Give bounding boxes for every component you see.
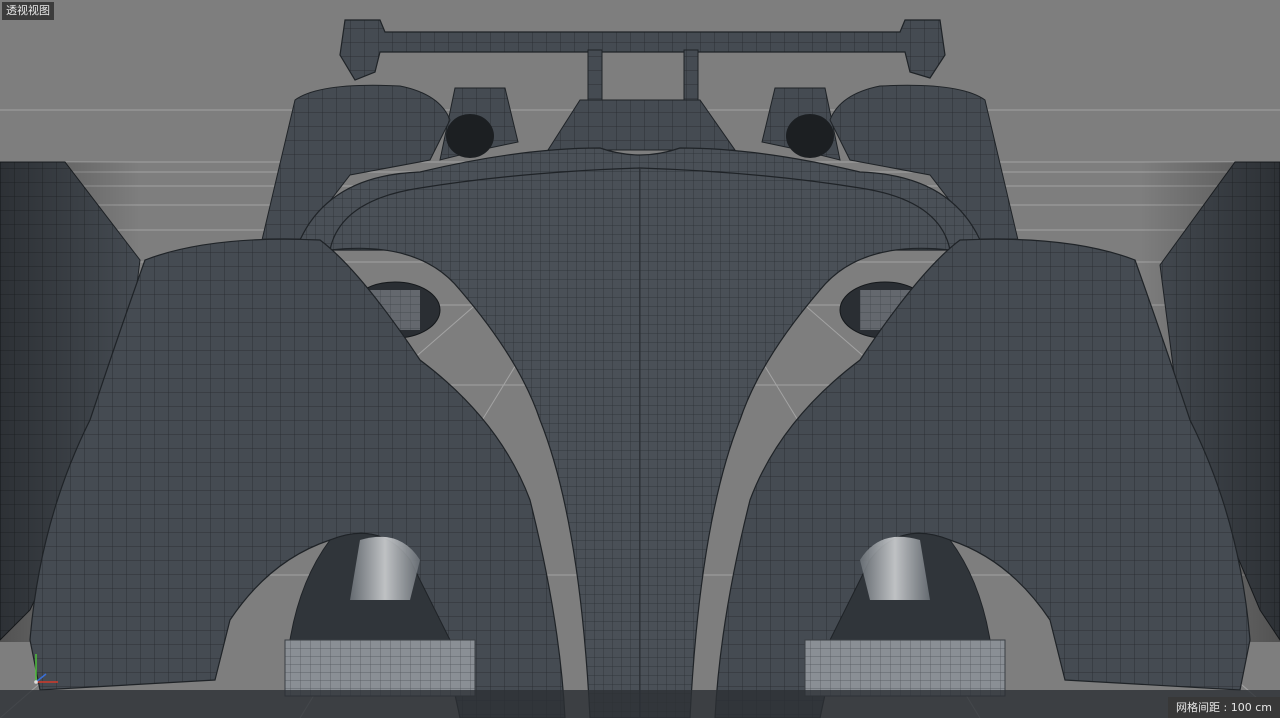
rear-body[interactable] [439,87,841,161]
model-scene[interactable] [0,0,1280,718]
viewport-name-label[interactable]: 透视视图 [2,2,54,20]
grid-spacing-readout: 网格间距 : 100 cm [1168,697,1280,718]
perspective-viewport[interactable]: 透视视图 网格间距 : 100 cm [0,0,1280,718]
xyz-axis-icon [34,654,58,684]
rear-wing[interactable] [339,19,946,101]
floor-shadow [0,690,1280,718]
